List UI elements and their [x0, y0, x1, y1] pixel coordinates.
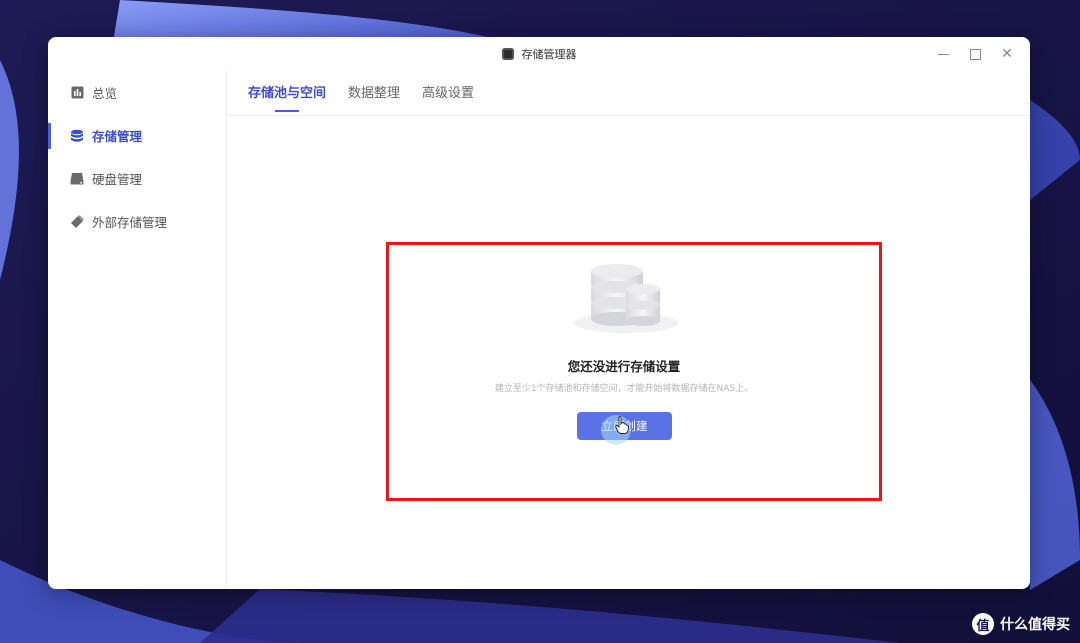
app-icon	[501, 48, 514, 60]
tab-data-organization[interactable]: 数据整理	[348, 71, 400, 115]
database-icon	[70, 129, 84, 143]
sidebar-item-disks[interactable]: 硬盘管理	[48, 157, 226, 200]
sidebar-item-label: 外部存储管理	[92, 215, 168, 230]
tab-pools-and-volumes[interactable]: 存储池与空间	[248, 71, 326, 115]
sidebar-item-overview[interactable]: 总览	[48, 71, 226, 114]
minimize-icon	[937, 53, 949, 55]
maximize-icon	[969, 48, 981, 60]
chart-icon	[70, 86, 84, 100]
sidebar: 总览 存储管理 硬盘管理 外部存储管理	[48, 71, 227, 589]
sidebar-item-label: 存储管理	[92, 129, 143, 144]
sidebar-item-external-storage[interactable]: 外部存储管理	[48, 200, 226, 243]
window-controls: ✕	[934, 45, 1016, 63]
sidebar-item-label: 总览	[92, 86, 118, 101]
disk-icon	[70, 172, 84, 186]
tab-advanced-settings[interactable]: 高级设置	[422, 71, 474, 115]
empty-state-description: 建立至少1个存储池和存储空间，才能开始将数据存储在NAS上。	[494, 384, 754, 394]
hand-cursor-icon	[615, 416, 629, 434]
watermark: 值 什么值得买	[972, 613, 1070, 635]
usb-drive-icon	[70, 214, 84, 229]
watermark-text: 什么值得买	[1000, 617, 1070, 633]
sidebar-item-storage[interactable]: 存储管理	[48, 114, 226, 157]
storage-illustration	[574, 264, 678, 333]
tab-bar: 存储池与空间 数据整理 高级设置	[227, 71, 1030, 116]
title-bar: 存储管理器 ✕	[48, 37, 1030, 71]
close-icon: ✕	[1001, 46, 1013, 62]
maximize-button[interactable]	[966, 45, 984, 63]
close-button[interactable]: ✕	[998, 45, 1016, 63]
minimize-button[interactable]	[934, 45, 952, 63]
empty-state-title: 您还没进行存储设置	[567, 359, 681, 374]
empty-state: 您还没进行存储设置 建立至少1个存储池和存储空间，才能开始将数据存储在NAS上。…	[386, 243, 884, 503]
watermark-logo: 值	[972, 613, 994, 635]
window-title: 存储管理器	[521, 48, 577, 61]
sidebar-item-label: 硬盘管理	[92, 172, 143, 187]
